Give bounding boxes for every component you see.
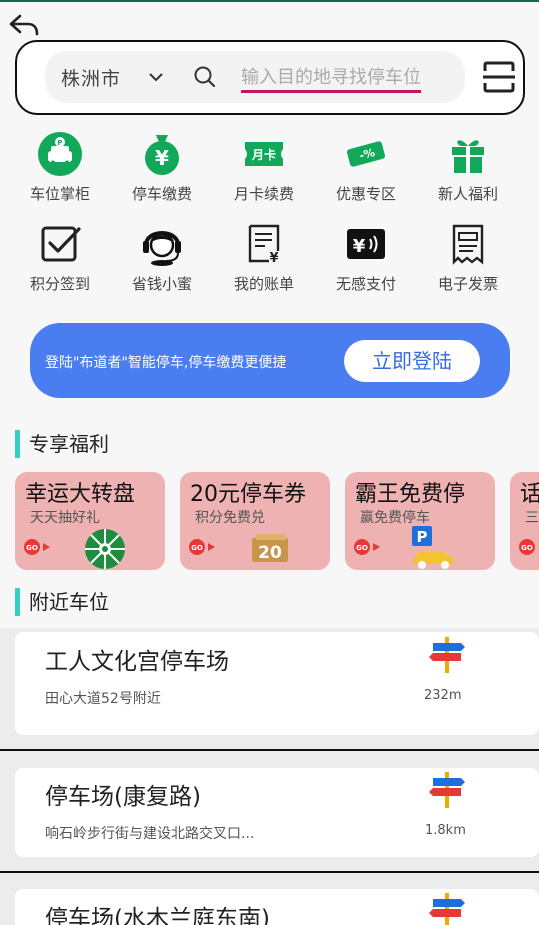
benefit-card-partial[interactable]: 话 三 GO	[510, 472, 539, 570]
card-subtitle: 积分免费兑	[195, 510, 265, 526]
svg-text:GO: GO	[356, 544, 368, 552]
grid-item-label: 停车缴费	[131, 185, 192, 203]
search-input[interactable]: 输入目的地寻找停车位	[241, 63, 421, 89]
parking-car-icon: P	[38, 132, 82, 176]
money-bag-icon: ¥	[145, 135, 179, 175]
status-line	[0, 0, 539, 2]
parking-lot-distance: 232m	[424, 688, 462, 703]
login-banner[interactable]: 登陆"布道者"智能停车,停车缴费更便捷 立即登陆	[30, 323, 510, 398]
monthly-card-icon: 月卡	[245, 142, 283, 166]
grid-item-label: 电子发票	[437, 275, 498, 293]
section-title-benefits: 专享福利	[15, 428, 109, 458]
benefit-card-lucky-wheel[interactable]: 幸运大转盘 天天抽好礼 GO	[15, 472, 165, 570]
svg-text:月卡: 月卡	[251, 147, 276, 162]
search-bar: 株洲市 输入目的地寻找停车位	[15, 40, 525, 115]
section-title-nearby: 附近车位	[15, 586, 109, 616]
parking-lot-name: 停车场(康复路)	[45, 784, 201, 810]
svg-text:¥: ¥	[269, 251, 278, 266]
card-subtitle: 三	[525, 510, 539, 526]
coupon-icon: -%	[346, 141, 386, 167]
banner-text: 登陆"布道者"智能停车,停车缴费更便捷	[45, 355, 287, 371]
card-title: 20元停车券	[190, 482, 306, 507]
login-button[interactable]: 立即登陆	[344, 340, 480, 382]
card-title: 霸王免费停	[355, 482, 466, 507]
parking-lot-item[interactable]: 停车场(康复路) 响石岭步行街与建设北路交叉口... 1.8km	[15, 768, 539, 857]
coupon-ticket-icon: 20	[252, 534, 288, 563]
signpost-icon	[429, 772, 465, 808]
benefit-card-free-parking[interactable]: 霸王免费停 赢免费停车 GO P	[345, 472, 495, 570]
signpost-icon	[429, 637, 465, 673]
svg-text:¥: ¥	[353, 236, 366, 257]
grid-item-checkin[interactable]: 积分签到	[8, 215, 112, 303]
grid-item-e-invoice[interactable]: 电子发票	[416, 215, 520, 303]
grid-item-label: 无感支付	[335, 275, 396, 293]
grid-item-monthly-card[interactable]: 月卡 月卡续费	[212, 125, 316, 213]
grid-item-label: 月卡续费	[233, 185, 294, 203]
grid-item-parking-manager[interactable]: P 车位掌柜	[8, 125, 112, 213]
grid-item-contactless-pay[interactable]: ¥ 无感支付	[314, 215, 418, 303]
grid-item-label: 新人福利	[437, 185, 498, 203]
grid-item-assistant[interactable]: 省钱小蜜	[110, 215, 214, 303]
card-subtitle: 天天抽好礼	[30, 510, 100, 526]
checkin-icon	[41, 226, 81, 262]
section-marker	[15, 588, 20, 616]
svg-text:¥: ¥	[155, 146, 169, 170]
search-underline	[241, 90, 421, 93]
bill-icon: ¥	[248, 224, 280, 266]
signpost-icon	[429, 893, 465, 925]
scan-icon[interactable]	[482, 60, 516, 94]
go-badge-icon: GO	[189, 539, 215, 555]
grid-item-label: 省钱小蜜	[131, 275, 192, 293]
parking-lot-name: 停车场(水木兰庭东南)	[45, 906, 270, 925]
go-badge-icon: GO	[519, 539, 535, 555]
go-badge-icon: GO	[24, 539, 50, 555]
svg-text:P: P	[57, 139, 62, 147]
headset-icon	[143, 231, 181, 266]
svg-text:20: 20	[258, 543, 282, 563]
card-title: 幸运大转盘	[25, 482, 136, 507]
grid-item-my-bills[interactable]: ¥ 我的账单	[212, 215, 316, 303]
list-divider	[0, 871, 539, 873]
benefit-card-parking-coupon[interactable]: 20元停车券 积分免费兑 GO 20	[180, 472, 330, 570]
parking-lot-item[interactable]: 停车场(水木兰庭东南)	[15, 889, 539, 925]
contactless-pay-icon: ¥	[347, 229, 385, 259]
svg-text:GO: GO	[521, 544, 533, 552]
grid-item-new-user-gift[interactable]: 新人福利	[416, 125, 520, 213]
grid-item-coupons[interactable]: -% 优惠专区	[314, 125, 418, 213]
back-arrow-icon[interactable]	[8, 12, 40, 38]
section-title-text: 附近车位	[29, 590, 109, 614]
wheel-icon	[85, 529, 125, 569]
grid-item-label: 车位掌柜	[29, 185, 90, 203]
svg-text:GO: GO	[191, 544, 203, 552]
grid-item-label: 积分签到	[29, 275, 90, 293]
go-badge-icon: GO	[354, 539, 380, 555]
chevron-down-icon[interactable]	[148, 69, 164, 85]
grid-item-label: 优惠专区	[335, 185, 396, 203]
grid-item-parking-fee[interactable]: ¥ 停车缴费	[110, 125, 214, 213]
parking-lot-distance: 1.8km	[425, 823, 466, 838]
benefit-cards: 幸运大转盘 天天抽好礼 GO 20元停车券 积分免费兑 GO 20 霸王免费停	[15, 472, 539, 572]
search-box[interactable]: 株洲市 输入目的地寻找停车位	[45, 51, 465, 103]
section-marker	[15, 430, 20, 458]
card-title: 话	[520, 482, 539, 507]
invoice-icon	[452, 224, 484, 265]
list-divider	[0, 749, 539, 751]
free-parking-car-icon: P	[412, 526, 453, 569]
grid-item-label: 我的账单	[233, 275, 294, 293]
city-selector[interactable]: 株洲市	[61, 64, 121, 91]
svg-text:P: P	[417, 528, 428, 546]
search-icon[interactable]	[193, 65, 217, 89]
gift-icon	[452, 140, 484, 173]
parking-lot-item[interactable]: 工人文化宫停车场 田心大道52号附近 232m	[15, 632, 539, 735]
parking-lot-address: 田心大道52号附近	[45, 691, 161, 707]
section-title-text: 专享福利	[29, 432, 109, 456]
svg-text:GO: GO	[26, 544, 38, 552]
parking-lot-name: 工人文化宫停车场	[45, 649, 229, 675]
parking-lot-address: 响石岭步行街与建设北路交叉口...	[45, 826, 255, 842]
